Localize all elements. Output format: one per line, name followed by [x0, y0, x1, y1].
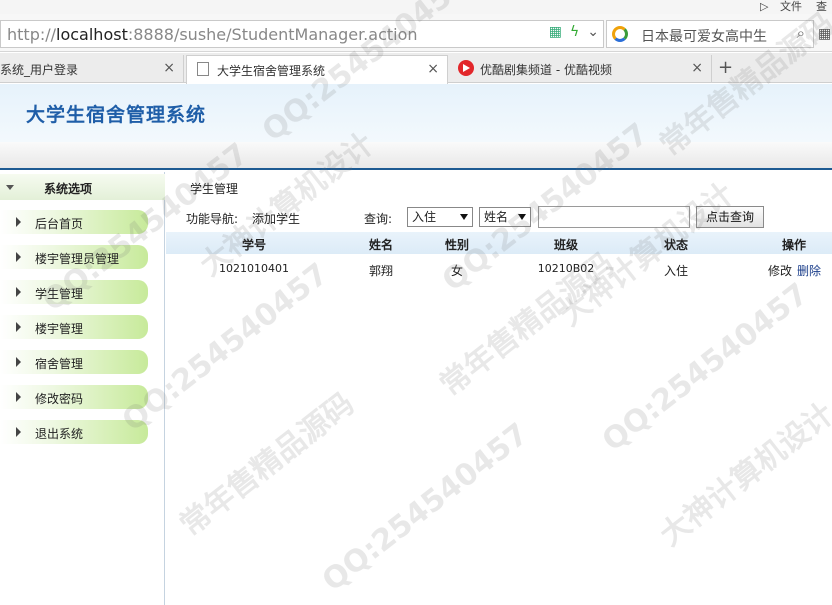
browser-toolbar: http://localhost:8888/sushe/StudentManag…: [0, 14, 832, 52]
search-icon[interactable]: ⌕: [797, 24, 805, 42]
qr-code-icon[interactable]: ▦: [549, 24, 562, 40]
browser-menu-strip: ▷ 文件 查: [0, 0, 832, 14]
sidebar-item-students[interactable]: 学生管理: [0, 280, 148, 304]
new-tab-button[interactable]: +: [718, 57, 733, 78]
query-label: 查询:: [364, 212, 393, 226]
tab-bar: 系统_用户登录 × 大学生宿舍管理系统 × 优酷剧集频道 - 优酷视频 × +: [0, 53, 832, 84]
arrow-right-icon: [16, 392, 21, 402]
close-icon[interactable]: ×: [427, 61, 439, 77]
field-select[interactable]: 姓名: [479, 207, 531, 227]
arrow-right-icon: [16, 322, 21, 332]
cell-gender: 女: [450, 264, 464, 278]
sidebar-item-label: 宿舍管理: [35, 357, 84, 371]
status-select[interactable]: 入住: [407, 207, 473, 227]
close-icon[interactable]: ×: [691, 60, 703, 76]
main-content: 学生管理 功能导航: 添加学生 查询: 入住 姓名 点击查询 学号 姓名 性别 …: [166, 172, 832, 605]
dropdown-chevron-icon[interactable]: ⌄: [587, 24, 599, 40]
search-engine-logo-icon[interactable]: [612, 26, 628, 42]
url-scheme: http://: [7, 25, 57, 44]
url-icons: ▦ ϟ ⌄: [549, 24, 599, 40]
page-title: 学生管理: [190, 182, 239, 196]
col-student-id: 学号: [241, 238, 267, 252]
edit-link[interactable]: 修改: [768, 262, 792, 279]
cell-name: 郭翔: [368, 264, 394, 278]
page-icon: [197, 62, 209, 76]
sidebar-item-buildings[interactable]: 楼宇管理: [0, 315, 148, 339]
sidebar-header[interactable]: 系统选项: [0, 174, 165, 200]
tab-login[interactable]: 系统_用户登录 ×: [0, 55, 184, 83]
dropdown-caret-icon: [518, 214, 526, 220]
url-host: localhost: [56, 25, 128, 44]
col-name: 姓名: [368, 238, 394, 252]
app-title: 大学生宿舍管理系统: [26, 104, 207, 126]
sidebar-item-change-password[interactable]: 修改密码: [0, 385, 148, 409]
tab-youku[interactable]: 优酷剧集频道 - 优酷视频 ×: [450, 55, 712, 83]
col-actions: 操作: [781, 238, 807, 252]
cell-student-id: 1021010401: [219, 262, 289, 275]
address-bar[interactable]: http://localhost:8888/sushe/StudentManag…: [0, 20, 604, 48]
grid-icon[interactable]: ▦: [818, 26, 831, 42]
field-select-value: 姓名: [484, 210, 509, 224]
sidebar-item-logout[interactable]: 退出系统: [0, 420, 148, 444]
delete-link[interactable]: 删除: [797, 262, 821, 279]
col-class: 班级: [553, 238, 579, 252]
sidebar-item-label: 后台首页: [35, 217, 84, 231]
dropdown-caret-icon: [460, 214, 468, 220]
header-band: [0, 142, 832, 170]
col-gender: 性别: [444, 238, 470, 252]
cell-class: 10210B02: [537, 262, 595, 275]
youku-icon: [458, 60, 474, 76]
func-nav-label: 功能导航:: [186, 212, 239, 226]
search-text[interactable]: 日本最可爱女高中生: [641, 26, 767, 46]
menu-file[interactable]: 文件: [780, 0, 802, 14]
arrow-right-icon: [16, 217, 21, 227]
sidebar-item-dorms[interactable]: 宿舍管理: [0, 350, 148, 374]
sidebar: 系统选项 后台首页 楼宇管理员管理 学生管理 楼宇管理 宿舍管理 修改密码 退出…: [0, 172, 165, 605]
collapse-arrow-icon: [6, 185, 14, 190]
cell-status: 入住: [663, 264, 689, 278]
table-header: 学号 姓名 性别 班级 状态 操作: [166, 232, 832, 254]
app-header: 大学生宿舍管理系统: [0, 84, 832, 142]
col-status: 状态: [663, 238, 689, 252]
back-icon[interactable]: ▷: [760, 0, 768, 14]
url-path: :8888/sushe/StudentManager.action: [127, 25, 418, 44]
tab-label: 系统_用户登录: [0, 63, 79, 77]
url-text[interactable]: http://localhost:8888/sushe/StudentManag…: [7, 25, 418, 44]
arrow-right-icon: [16, 252, 21, 262]
menu-more[interactable]: 查: [816, 0, 827, 14]
tab-dorm-system[interactable]: 大学生宿舍管理系统 ×: [186, 55, 448, 84]
add-student-link[interactable]: 添加学生: [252, 210, 300, 227]
sidebar-item-home[interactable]: 后台首页: [0, 210, 148, 234]
sidebar-item-label: 楼宇管理员管理: [35, 252, 120, 266]
sidebar-item-label: 修改密码: [35, 392, 84, 406]
sidebar-item-building-admins[interactable]: 楼宇管理员管理: [0, 245, 148, 269]
close-icon[interactable]: ×: [163, 60, 175, 76]
sidebar-header-label: 系统选项: [44, 182, 93, 196]
status-select-value: 入住: [412, 210, 437, 224]
search-engine-box[interactable]: 日本最可爱女高中生 ⌕: [606, 20, 814, 48]
arrow-right-icon: [16, 357, 21, 367]
sidebar-item-label: 学生管理: [35, 287, 84, 301]
tab-label: 优酷剧集频道 - 优酷视频: [480, 63, 612, 77]
arrow-right-icon: [16, 427, 21, 437]
sidebar-item-label: 楼宇管理: [35, 322, 84, 336]
lightning-icon[interactable]: ϟ: [570, 24, 579, 40]
arrow-right-icon: [16, 287, 21, 297]
sidebar-item-label: 退出系统: [35, 427, 84, 441]
search-input[interactable]: [538, 206, 690, 228]
query-button[interactable]: 点击查询: [696, 206, 764, 228]
tab-label: 大学生宿舍管理系统: [217, 64, 326, 78]
